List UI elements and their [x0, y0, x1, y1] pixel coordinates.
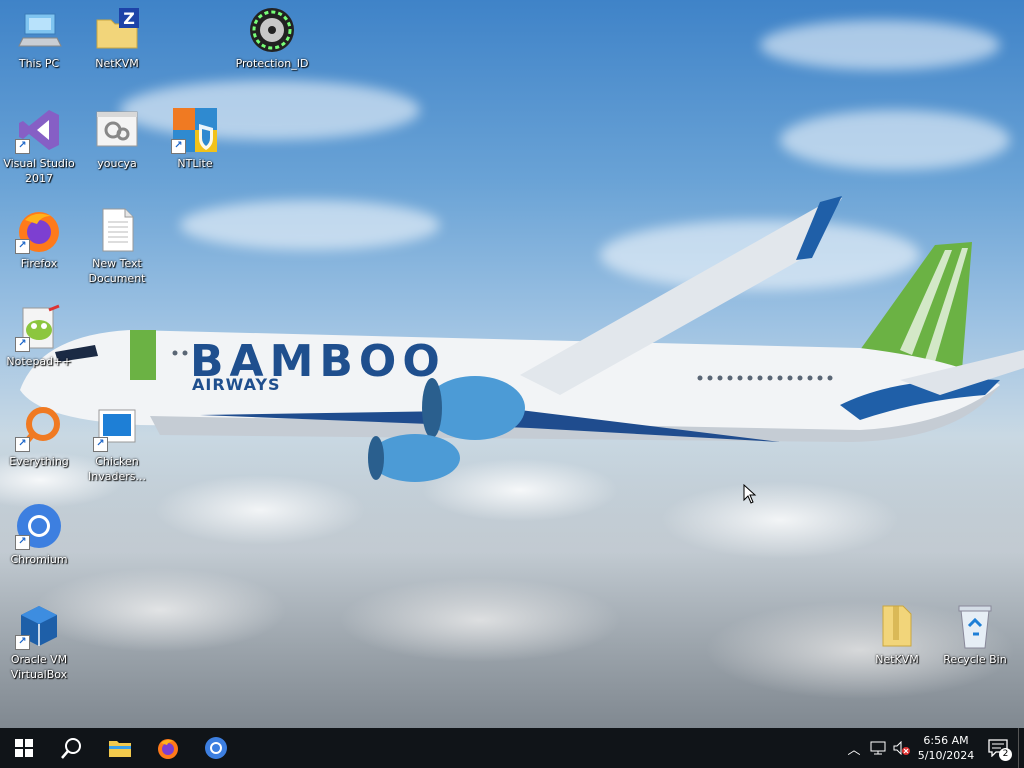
desktop-icon-netkvm-folder[interactable]: NetKVM [859, 602, 935, 667]
visual-studio-icon: ↗ [15, 106, 63, 154]
search-button[interactable] [48, 728, 96, 768]
desktop-icon-label: Recycle Bin [943, 653, 1007, 666]
desktop-icon-label: New Text Document [88, 257, 146, 285]
disc-icon [248, 6, 296, 54]
taskbar: ︿ 6:56 AM 5/10/2024 2 [0, 728, 1024, 768]
shortcut-arrow-icon: ↗ [93, 437, 108, 452]
show-hidden-icons-button[interactable]: ︿ [842, 728, 866, 768]
shortcut-arrow-icon: ↗ [15, 239, 30, 254]
clock-time: 6:56 AM [923, 734, 969, 747]
shortcut-arrow-icon: ↗ [15, 337, 30, 352]
desktop-icon-chromium[interactable]: ↗ Chromium [1, 502, 77, 567]
desktop-icon-firefox[interactable]: ↗ Firefox [1, 206, 77, 271]
speaker-muted-icon [893, 741, 910, 755]
taskbar-file-explorer[interactable] [96, 728, 144, 768]
desktop-icon-this-pc[interactable]: This PC [1, 6, 77, 71]
network-status-button[interactable] [866, 728, 890, 768]
start-button[interactable] [0, 728, 48, 768]
desktop-icon-label: Protection_ID [235, 57, 309, 70]
volume-button[interactable] [890, 728, 914, 768]
text-document-icon [93, 206, 141, 254]
desktop-icon-label: NetKVM [875, 653, 919, 666]
desktop-icon-label: NTLite [177, 157, 213, 170]
desktop-icon-label: Oracle VM VirtualBox [10, 653, 68, 681]
desktop-icon-youcya[interactable]: youcya [79, 106, 155, 171]
desktop-icon-label: Chicken Invaders... [88, 455, 146, 483]
file-explorer-icon [109, 741, 131, 757]
svg-text:Z: Z [123, 9, 135, 28]
desktop-icon-label: Everything [9, 455, 69, 468]
shortcut-arrow-icon: ↗ [15, 437, 30, 452]
shortcut-arrow-icon: ↗ [171, 139, 186, 154]
desktop-icon-chicken-invaders[interactable]: ↗ Chicken Invaders... [79, 404, 155, 484]
desktop-icon-everything[interactable]: ↗ Everything [1, 404, 77, 469]
mouse-cursor-icon [743, 484, 757, 504]
archive-folder-icon: Z [93, 6, 141, 54]
recycle-bin-icon [951, 602, 999, 650]
desktop-icon-label: Chromium [10, 553, 68, 566]
taskbar-firefox[interactable] [144, 728, 192, 768]
notification-count-badge: 2 [999, 748, 1012, 761]
desktop-icon-label: Notepad++ [6, 355, 72, 368]
shortcut-arrow-icon: ↗ [15, 139, 30, 154]
desktop-icon-new-text-document[interactable]: New Text Document [79, 206, 155, 286]
desktop-icon-label: Visual Studio 2017 [3, 157, 75, 185]
firefox-icon: ↗ [15, 206, 63, 254]
chicken-invaders-icon: ↗ [93, 404, 141, 452]
virtualbox-icon: ↗ [15, 602, 63, 650]
action-center-button[interactable]: 2 [978, 728, 1018, 768]
this-pc-icon [15, 6, 63, 54]
desktop-icon-netkvm-archive[interactable]: Z NetKVM [79, 6, 155, 71]
ntlite-icon: ↗ [171, 106, 219, 154]
desktop-icon-label: This PC [18, 57, 60, 70]
desktop-icon-label: NetKVM [95, 57, 139, 70]
desktop-icon-virtualbox[interactable]: ↗ Oracle VM VirtualBox [1, 602, 77, 682]
chromium-icon [205, 737, 227, 759]
clock[interactable]: 6:56 AM 5/10/2024 [914, 733, 978, 763]
chromium-icon: ↗ [15, 502, 63, 550]
desktop-icon-visual-studio[interactable]: ↗ Visual Studio 2017 [1, 106, 77, 186]
clock-date: 5/10/2024 [917, 749, 975, 762]
desktop-icon-protection-id[interactable]: Protection_ID [234, 6, 310, 71]
wallpaper-cloud [760, 20, 1000, 70]
search-icon [61, 738, 81, 759]
show-desktop-button[interactable] [1018, 728, 1024, 768]
network-icon [870, 741, 886, 755]
folder-icon [873, 602, 921, 650]
system-tray: ︿ 6:56 AM 5/10/2024 2 [842, 728, 1024, 768]
windows-start-icon [15, 739, 33, 757]
settings-window-icon [93, 106, 141, 154]
desktop: BAMBOO AIRWAYS This PC Z NetKVM Protecti… [0, 0, 1024, 728]
firefox-icon [158, 739, 178, 759]
wallpaper-cloud [780, 110, 1010, 170]
desktop-icon-ntlite[interactable]: ↗ NTLite [157, 106, 233, 171]
notepadpp-icon: ↗ [15, 304, 63, 352]
desktop-icon-label: youcya [97, 157, 137, 170]
shortcut-arrow-icon: ↗ [15, 635, 30, 650]
desktop-icon-notepadpp[interactable]: ↗ Notepad++ [1, 304, 77, 369]
everything-search-icon: ↗ [15, 404, 63, 452]
taskbar-chromium[interactable] [192, 728, 240, 768]
airline-logo-subtext: AIRWAYS [192, 375, 281, 394]
desktop-icon-recycle-bin[interactable]: Recycle Bin [937, 602, 1013, 667]
shortcut-arrow-icon: ↗ [15, 535, 30, 550]
chevron-up-icon: ︿ [847, 742, 861, 758]
desktop-icon-label: Firefox [20, 257, 58, 270]
